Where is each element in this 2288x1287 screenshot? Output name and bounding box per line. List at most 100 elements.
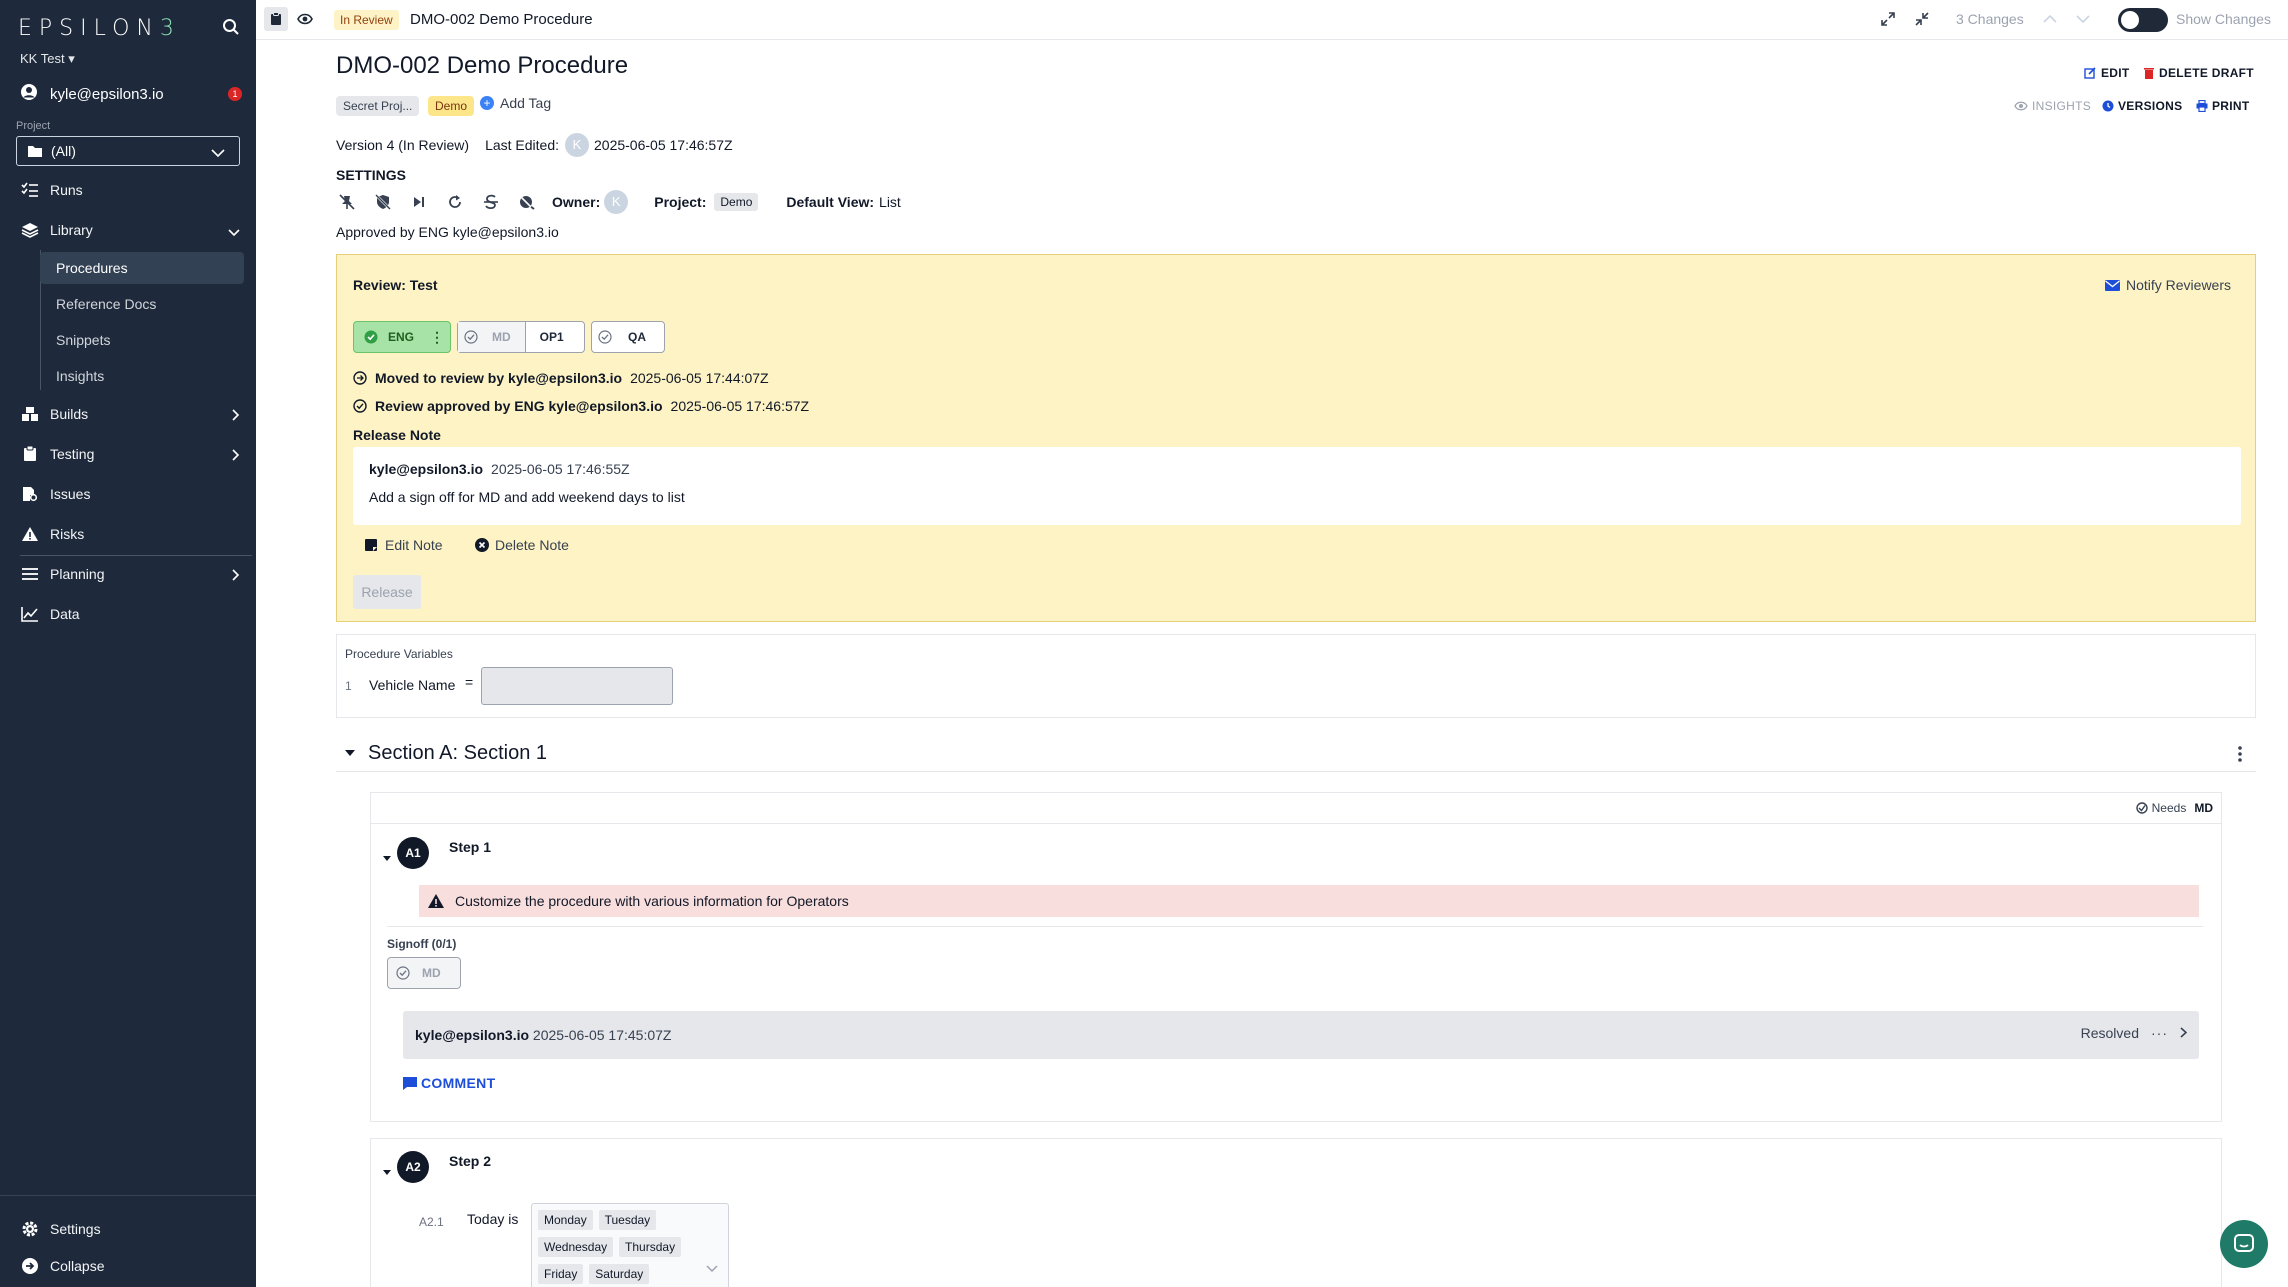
epsilon3-logo[interactable]: EPSILON3 — [18, 16, 181, 41]
signoff-md-button[interactable]: MD — [387, 957, 461, 989]
trash-icon — [2144, 68, 2154, 79]
signoff-heading: Signoff (0/1) — [387, 937, 457, 951]
reviewer-chip-md-op1[interactable]: MD OP1 — [457, 321, 585, 353]
clipboard-icon — [271, 12, 281, 25]
history-icon — [2102, 100, 2114, 112]
day-option[interactable]: Monday — [538, 1210, 593, 1230]
notification-badge[interactable]: 1 — [228, 87, 242, 101]
reviewer-chip-qa[interactable]: QA — [591, 321, 665, 353]
section-header: Section A: Section 1 — [336, 734, 2256, 772]
strikethrough-icon[interactable] — [480, 191, 502, 213]
caret-down-icon[interactable] — [344, 744, 356, 760]
owner-avatar[interactable]: K — [604, 190, 629, 214]
add-tag-button[interactable]: + Add Tag — [480, 95, 551, 111]
print-button[interactable]: PRINT — [2196, 99, 2250, 113]
check-outline-icon — [353, 399, 367, 413]
resolved-comment[interactable]: kyle@epsilon3.io 2025-06-05 17:45:07Z Re… — [403, 1011, 2199, 1059]
file-search-icon — [20, 484, 40, 504]
day-option[interactable]: Saturday — [589, 1264, 650, 1284]
warning-icon — [20, 524, 40, 544]
clipboard-icon — [20, 444, 40, 464]
day-option[interactable]: Friday — [538, 1264, 584, 1284]
note-text: Add a sign off for MD and add weekend da… — [369, 489, 685, 505]
library-item-snippets[interactable]: Snippets — [40, 324, 244, 356]
chevron-down-icon[interactable] — [706, 1260, 718, 1276]
comment-status: Resolved ··· — [2081, 1025, 2188, 1041]
search-icon[interactable] — [222, 18, 242, 38]
approval-status: Approved by ENG kyle@epsilon3.io — [336, 224, 559, 240]
delete-draft-button[interactable]: DELETE DRAFT — [2144, 66, 2254, 80]
collapse-all-button[interactable] — [1910, 7, 1934, 31]
release-button[interactable]: Release — [353, 575, 421, 609]
list-check-icon — [20, 180, 40, 200]
project-tag[interactable]: Demo — [714, 193, 759, 211]
versions-button[interactable]: VERSIONS — [2102, 99, 2182, 113]
kebab-icon[interactable]: ⋮ — [430, 329, 444, 346]
nav-collapse[interactable]: Collapse — [0, 1250, 256, 1282]
next-change-button[interactable] — [2071, 7, 2095, 31]
day-option[interactable]: Thursday — [619, 1237, 682, 1257]
edit-note-button[interactable]: Edit Note — [365, 537, 443, 553]
procedure-main: DMO-002 Demo Procedure Secret Proj... De… — [256, 40, 2288, 1287]
tag-demo[interactable]: Demo — [428, 96, 475, 116]
clipboard-view-button[interactable] — [264, 7, 288, 31]
review-panel: Review: Test Notify Reviewers ENG ⋮ MD O… — [336, 254, 2256, 622]
compress-icon — [1915, 12, 1929, 26]
project-label: Project — [16, 120, 51, 132]
chevron-down-icon — [228, 224, 240, 240]
project-select[interactable]: (All) — [16, 136, 240, 166]
avatar[interactable]: K — [565, 133, 589, 157]
kebab-icon[interactable] — [2238, 746, 2242, 765]
step-number: A1 — [397, 837, 429, 869]
chevron-right-icon — [232, 448, 240, 464]
day-multiselect[interactable]: Monday Tuesday Wednesday Thursday Friday… — [531, 1203, 729, 1287]
nav-settings[interactable]: Settings — [0, 1213, 256, 1245]
chat-launcher-button[interactable] — [2220, 1220, 2268, 1268]
show-changes-toggle[interactable] — [2118, 8, 2168, 32]
menu-lines-icon — [20, 564, 40, 584]
skip-forward-icon[interactable] — [408, 191, 430, 213]
tag-secret-project[interactable]: Secret Proj... — [336, 96, 420, 116]
nav-issues[interactable]: Issues — [0, 478, 256, 510]
vehicle-name-input[interactable] — [481, 667, 673, 705]
nav-runs[interactable]: Runs — [0, 174, 256, 206]
chevron-right-icon[interactable] — [2180, 1025, 2188, 1041]
search-slash-icon[interactable] — [516, 191, 538, 213]
day-option[interactable]: Wednesday — [538, 1237, 614, 1257]
notify-reviewers-button[interactable]: Notify Reviewers — [2104, 277, 2231, 293]
preview-button[interactable] — [293, 7, 317, 31]
library-item-reference-docs[interactable]: Reference Docs — [40, 288, 244, 320]
nav-library[interactable]: Library — [0, 214, 256, 246]
add-comment-button[interactable]: COMMENT — [403, 1075, 495, 1091]
previous-change-button[interactable] — [2038, 7, 2062, 31]
library-item-procedures[interactable]: Procedures — [40, 252, 244, 284]
substep-label: Today is — [467, 1211, 519, 1227]
nav-testing[interactable]: Testing — [0, 438, 256, 470]
pin-slash-icon[interactable] — [336, 191, 358, 213]
sidebar: EPSILON3 KK Test ▾ kyle@epsilon3.io 1 Pr… — [0, 0, 256, 1287]
settings-row: Owner: K Project: Demo Default View: Lis… — [336, 190, 901, 214]
nav-planning[interactable]: Planning — [0, 558, 256, 590]
variable-equals: = — [465, 674, 474, 690]
edit-button[interactable]: EDIT — [2084, 66, 2130, 80]
insights-button[interactable]: INSIGHTS — [2014, 99, 2091, 113]
redo-icon[interactable] — [444, 191, 466, 213]
check-circle-icon — [354, 322, 378, 352]
team-switcher[interactable]: KK Test ▾ — [20, 51, 75, 67]
caret-down-icon[interactable] — [382, 849, 392, 865]
user-email: kyle@epsilon3.io — [50, 85, 164, 103]
day-option[interactable]: Tuesday — [598, 1210, 657, 1230]
library-item-insights[interactable]: Insights — [40, 360, 244, 392]
nav-risks[interactable]: Risks — [0, 518, 256, 550]
caret-down-icon[interactable] — [382, 1163, 392, 1179]
cubes-icon — [20, 404, 40, 424]
nav-builds[interactable]: Builds — [0, 398, 256, 430]
expand-all-button[interactable] — [1876, 7, 1900, 31]
reviewer-chip-eng[interactable]: ENG ⋮ — [353, 321, 451, 353]
user-menu[interactable]: kyle@epsilon3.io 1 — [20, 83, 242, 105]
nav-data[interactable]: Data — [0, 598, 256, 630]
delete-note-button[interactable]: Delete Note — [475, 537, 569, 553]
more-icon[interactable]: ··· — [2151, 1025, 2168, 1041]
default-view-value: List — [879, 194, 901, 210]
shield-slash-icon[interactable] — [372, 191, 394, 213]
